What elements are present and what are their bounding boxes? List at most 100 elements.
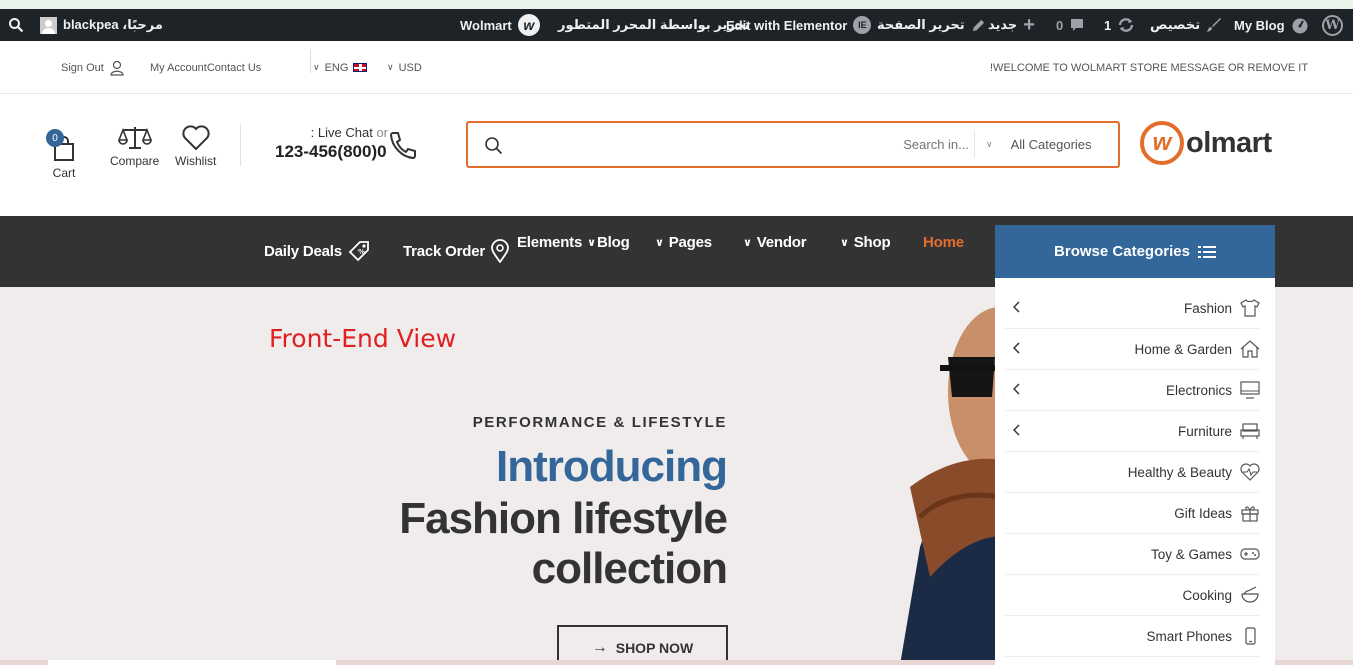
my-account-link[interactable]: My Account bbox=[150, 62, 207, 74]
elementor-icon: IE bbox=[853, 16, 872, 34]
admin-account-menu[interactable]: مرحبًا، blackpea bbox=[40, 9, 163, 41]
cart-count-badge: 0 bbox=[46, 129, 64, 147]
category-label: Cooking bbox=[1182, 587, 1232, 603]
heart-icon bbox=[182, 125, 210, 151]
category-item[interactable]: Cooking bbox=[1005, 575, 1260, 616]
elements-label: Elements bbox=[517, 233, 583, 251]
new-content-menu[interactable]: جديد + bbox=[988, 9, 1035, 41]
compare-button[interactable]: Compare bbox=[110, 124, 159, 168]
shop-now-label: SHOP NOW bbox=[615, 639, 694, 656]
house-icon bbox=[1240, 340, 1260, 358]
updates-link[interactable]: 1 bbox=[1104, 9, 1135, 41]
category-label: Gift Ideas bbox=[1174, 505, 1232, 521]
nav-pages[interactable]: ∨ Pages bbox=[655, 216, 712, 268]
browse-categories-button[interactable]: Browse Categories bbox=[995, 225, 1275, 278]
chevron-down-icon: ∨ bbox=[986, 139, 993, 149]
plus-icon: + bbox=[1023, 14, 1035, 36]
category-label: Electronics bbox=[1165, 382, 1232, 398]
arrow-right-icon: → bbox=[591, 638, 608, 656]
edit-advanced-editor-link[interactable]: تحرير بواسطة المحرر المتطور bbox=[558, 9, 750, 41]
shop-now-button[interactable]: → SHOP NOW bbox=[557, 625, 728, 665]
welcome-text: !WELCOME TO WOLMART STORE MESSAGE OR REM… bbox=[990, 61, 1309, 74]
category-item[interactable]: Healthy & Beauty bbox=[1005, 452, 1260, 493]
category-label: Healthy & Beauty bbox=[1127, 464, 1232, 480]
contact-us-link[interactable]: Contact Us bbox=[207, 62, 261, 74]
heart-pulse-icon bbox=[1240, 463, 1260, 481]
greeting-text: مرحبًا، blackpea bbox=[63, 17, 163, 32]
comment-icon bbox=[1071, 19, 1084, 31]
sign-out-label: Sign Out bbox=[61, 61, 104, 74]
contact-block: : Live Chat or 0(800)123-456 bbox=[275, 125, 390, 162]
gift-icon bbox=[1241, 506, 1259, 522]
search-icon[interactable] bbox=[484, 136, 503, 155]
vendor-label: Vendor bbox=[756, 233, 807, 251]
track-order-label: Track Order bbox=[403, 242, 486, 260]
category-item[interactable]: Home & Garden bbox=[1005, 329, 1260, 370]
logo-text: olmart bbox=[1186, 126, 1272, 159]
category-item[interactable]: Electronics bbox=[1005, 370, 1260, 411]
live-chat-suffix: : bbox=[310, 125, 315, 140]
daily-deals-label: Daily Deals bbox=[264, 242, 342, 260]
edit-page-label: تحرير الصفحة bbox=[877, 17, 965, 32]
category-item[interactable]: Furniture bbox=[1005, 411, 1260, 452]
edit-page-link[interactable]: تحرير الصفحة bbox=[877, 9, 986, 41]
pages-label: Pages bbox=[668, 233, 712, 251]
hero-title-line-2: Fashion lifestyle bbox=[399, 494, 728, 543]
chevron-down-icon: ∨ bbox=[655, 236, 664, 249]
comments-link[interactable]: 0 bbox=[1056, 9, 1085, 41]
chevron-left-icon bbox=[1012, 383, 1021, 398]
svg-text:%: % bbox=[358, 248, 365, 256]
menu-list-icon bbox=[1197, 245, 1216, 258]
smartphone-icon bbox=[1245, 627, 1256, 645]
site-name-menu[interactable]: My Blog bbox=[1234, 9, 1309, 41]
map-pin-icon bbox=[491, 239, 509, 263]
nav-home[interactable]: Home bbox=[923, 216, 964, 268]
category-label: Home & Garden bbox=[1134, 341, 1232, 357]
chevron-down-icon: ∨ bbox=[587, 236, 596, 249]
sofa-icon bbox=[1240, 423, 1260, 439]
gamepad-icon bbox=[1240, 548, 1260, 560]
chevron-down-icon: ∨ bbox=[387, 62, 394, 72]
tag-icon: % bbox=[348, 241, 369, 262]
phone-number[interactable]: 0(800)123-456 bbox=[275, 142, 390, 162]
nav-track-order[interactable]: Track Order bbox=[403, 225, 510, 277]
browse-categories-label: Browse Categories bbox=[1054, 243, 1190, 260]
category-item[interactable]: Smart Phones bbox=[1005, 616, 1260, 657]
admin-search-icon[interactable] bbox=[8, 9, 24, 41]
nav-elements[interactable]: Elements ∨ bbox=[517, 216, 596, 268]
nav-blog[interactable]: Blog bbox=[597, 216, 630, 268]
language-select[interactable]: ∨ ENG bbox=[313, 41, 368, 94]
uk-flag-icon bbox=[353, 63, 368, 72]
sign-out-link[interactable]: Sign Out bbox=[61, 41, 125, 94]
edit-with-elementor-link[interactable]: Edit with Elementor IE bbox=[726, 9, 872, 41]
dashboard-icon bbox=[1292, 18, 1308, 34]
site-logo[interactable]: w olmart bbox=[1140, 121, 1272, 165]
customize-link[interactable]: تخصيص bbox=[1150, 9, 1222, 41]
chevron-down-icon: ∨ bbox=[743, 236, 752, 249]
store-top-bar: Sign Out My Account Contact Us ∨ ENG ∨ U… bbox=[0, 41, 1353, 94]
compare-label: Compare bbox=[110, 154, 160, 168]
customize-label: تخصيص bbox=[1150, 17, 1201, 32]
wolmart-logo-icon: w bbox=[517, 14, 540, 36]
comments-count: 0 bbox=[1056, 17, 1064, 33]
live-chat-link[interactable]: Live Chat bbox=[318, 125, 373, 140]
admin-wolmart-menu[interactable]: Wolmart w bbox=[460, 9, 540, 41]
category-item[interactable]: Gift Ideas bbox=[1005, 493, 1260, 534]
edit-elementor-label: Edit with Elementor bbox=[726, 17, 848, 33]
nav-daily-deals[interactable]: Daily Deals % bbox=[264, 225, 371, 277]
search-input[interactable] bbox=[514, 132, 969, 157]
wordpress-logo-icon[interactable]: W bbox=[1322, 9, 1343, 41]
refresh-icon bbox=[1119, 18, 1134, 32]
category-item[interactable]: Toy & Games bbox=[1005, 534, 1260, 575]
or-text: or bbox=[376, 125, 388, 140]
cooking-pot-icon bbox=[1241, 586, 1259, 603]
nav-vendor[interactable]: ∨ Vendor bbox=[743, 216, 807, 268]
category-item[interactable]: Fashion bbox=[1005, 288, 1260, 329]
currency-select[interactable]: ∨ USD bbox=[387, 41, 422, 94]
pencil-icon bbox=[972, 19, 984, 31]
wishlist-button[interactable]: Wishlist bbox=[175, 124, 216, 168]
nav-shop[interactable]: ∨ Shop bbox=[840, 216, 891, 268]
welcome-message: !WELCOME TO WOLMART STORE MESSAGE OR REM… bbox=[990, 41, 1308, 94]
hero-subtitle: PERFORMANCE & LIFESTYLE bbox=[472, 414, 727, 431]
category-select[interactable]: ∨ All Categories bbox=[976, 123, 1118, 166]
